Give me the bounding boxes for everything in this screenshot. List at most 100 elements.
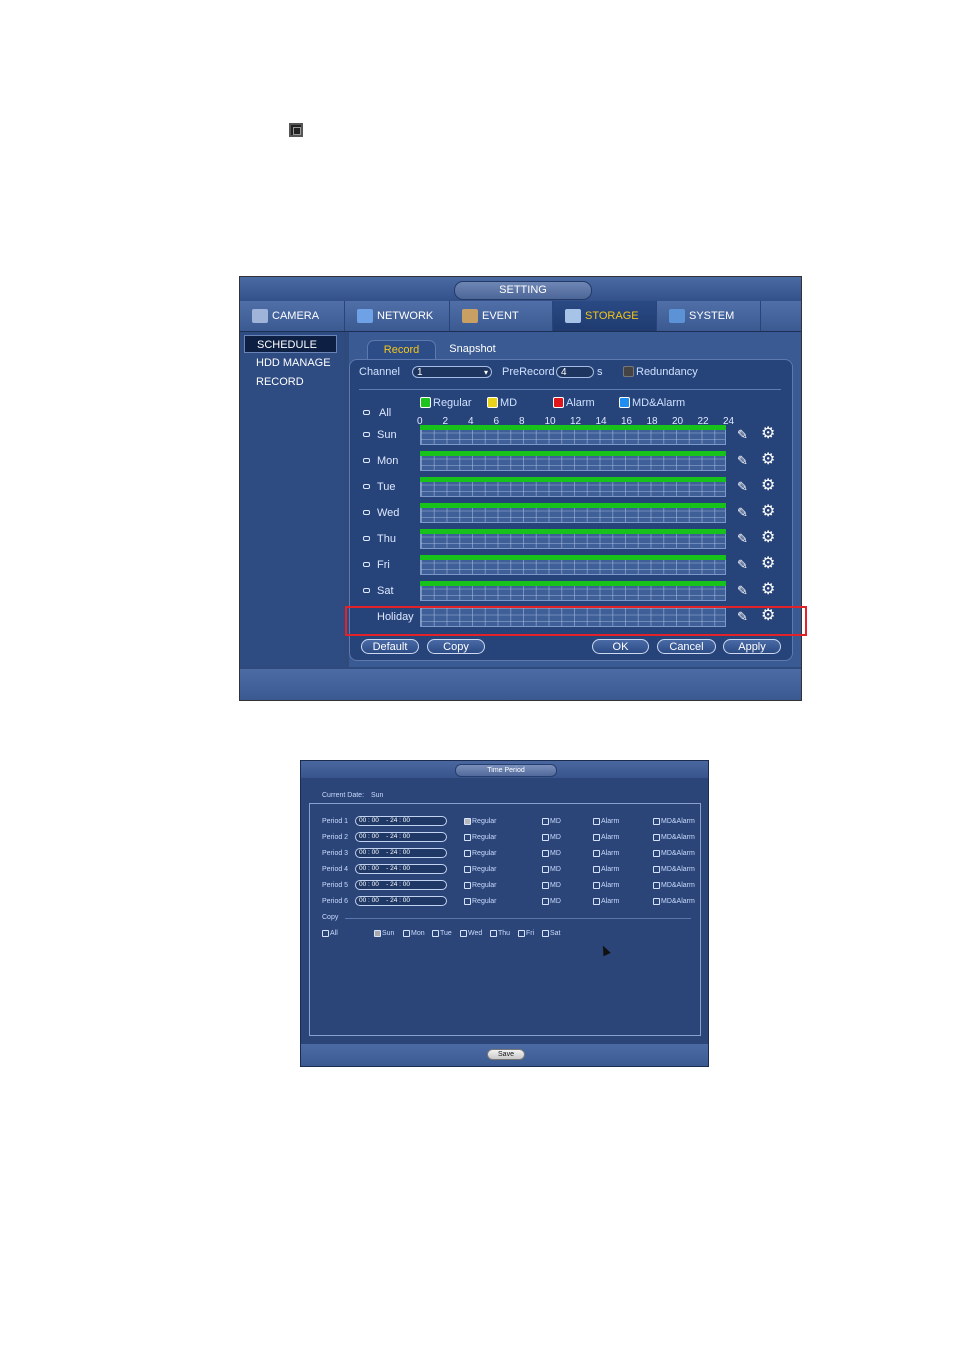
- ok-button[interactable]: OK: [592, 639, 649, 654]
- tab-camera[interactable]: CAMERA: [240, 301, 345, 331]
- tab-system[interactable]: SYSTEM: [657, 301, 761, 331]
- period-type-option[interactable]: MD&Alarm: [653, 817, 695, 826]
- copy-day-option[interactable]: Fri: [518, 929, 534, 938]
- period-type-checkbox[interactable]: [593, 897, 600, 905]
- copy-day-checkbox[interactable]: [490, 929, 497, 937]
- period-type-checkbox[interactable]: [542, 897, 549, 905]
- copy-day-checkbox[interactable]: [403, 929, 410, 937]
- gear-icon[interactable]: ⚙: [761, 478, 775, 494]
- period-type-checkbox[interactable]: [593, 849, 600, 857]
- period-time-input[interactable]: 00 : 00 - 24 : 00: [355, 896, 447, 906]
- copy-day-checkbox[interactable]: [432, 929, 439, 937]
- period-type-checkbox[interactable]: [653, 833, 660, 841]
- period-type-option[interactable]: Alarm: [593, 897, 619, 906]
- period-time-input[interactable]: 00 : 00 - 24 : 00: [355, 816, 447, 826]
- gear-icon[interactable]: ⚙: [761, 452, 775, 468]
- save-button[interactable]: Save: [487, 1049, 525, 1060]
- period-type-checkbox[interactable]: [653, 881, 660, 889]
- legend-md-alarm-checkbox[interactable]: [619, 397, 630, 408]
- copy-day-option[interactable]: Sat: [542, 929, 561, 938]
- period-type-checkbox[interactable]: [542, 817, 549, 825]
- gear-icon[interactable]: ⚙: [761, 426, 775, 442]
- all-toggle[interactable]: [363, 410, 370, 415]
- edit-pen-icon[interactable]: ✎: [737, 558, 748, 571]
- period-type-checkbox[interactable]: [464, 833, 471, 841]
- day-toggle[interactable]: [363, 510, 370, 515]
- period-type-option[interactable]: MD&Alarm: [653, 865, 695, 874]
- period-type-checkbox[interactable]: [464, 849, 471, 857]
- period-type-checkbox[interactable]: [542, 849, 549, 857]
- period-type-option[interactable]: Regular: [464, 817, 497, 826]
- gear-icon[interactable]: ⚙: [761, 556, 775, 572]
- edit-pen-icon[interactable]: ✎: [737, 506, 748, 519]
- copy-day-checkbox[interactable]: [374, 929, 381, 937]
- period-time-input[interactable]: 00 : 00 - 24 : 00: [355, 848, 447, 858]
- day-toggle[interactable]: [363, 458, 370, 463]
- period-type-checkbox[interactable]: [464, 817, 471, 825]
- period-type-option[interactable]: Regular: [464, 897, 497, 906]
- period-type-option[interactable]: Alarm: [593, 849, 619, 858]
- copy-day-option[interactable]: Thu: [490, 929, 510, 938]
- day-toggle[interactable]: [363, 484, 370, 489]
- period-type-checkbox[interactable]: [593, 865, 600, 873]
- copy-day-option[interactable]: Sun: [374, 929, 394, 938]
- edit-pen-icon[interactable]: ✎: [737, 532, 748, 545]
- period-time-input[interactable]: 00 : 00 - 24 : 00: [355, 864, 447, 874]
- period-time-input[interactable]: 00 : 00 - 24 : 00: [355, 832, 447, 842]
- period-type-checkbox[interactable]: [464, 881, 471, 889]
- period-type-checkbox[interactable]: [593, 817, 600, 825]
- edit-pen-icon[interactable]: ✎: [737, 428, 748, 441]
- tab-storage[interactable]: STORAGE: [553, 301, 657, 331]
- period-type-checkbox[interactable]: [464, 865, 471, 873]
- period-type-checkbox[interactable]: [593, 833, 600, 841]
- period-type-option[interactable]: MD: [542, 881, 561, 890]
- period-type-option[interactable]: MD&Alarm: [653, 881, 695, 890]
- legend-md-checkbox[interactable]: [487, 397, 498, 408]
- period-type-option[interactable]: MD: [542, 817, 561, 826]
- channel-select[interactable]: 1 ▾: [412, 366, 492, 378]
- sidebar-item-hdd-manage[interactable]: HDD MANAGE: [244, 354, 337, 372]
- subtab-record[interactable]: Record: [367, 340, 436, 359]
- period-type-option[interactable]: MD&Alarm: [653, 897, 695, 906]
- copy-day-checkbox[interactable]: [542, 929, 549, 937]
- period-type-checkbox[interactable]: [542, 881, 549, 889]
- legend-regular-checkbox[interactable]: [420, 397, 431, 408]
- copy-day-option[interactable]: All: [322, 929, 338, 938]
- copy-day-checkbox[interactable]: [322, 929, 329, 937]
- edit-pen-icon[interactable]: ✎: [737, 454, 748, 467]
- period-type-option[interactable]: MD&Alarm: [653, 833, 695, 842]
- period-type-checkbox[interactable]: [653, 849, 660, 857]
- period-type-option[interactable]: Regular: [464, 849, 497, 858]
- default-button[interactable]: Default: [361, 639, 419, 654]
- day-toggle[interactable]: [363, 432, 370, 437]
- period-type-checkbox[interactable]: [464, 897, 471, 905]
- period-type-option[interactable]: Alarm: [593, 865, 619, 874]
- period-type-checkbox[interactable]: [653, 817, 660, 825]
- gear-icon[interactable]: ⚙: [761, 504, 775, 520]
- period-type-option[interactable]: MD: [542, 865, 561, 874]
- copy-day-checkbox[interactable]: [518, 929, 525, 937]
- period-type-option[interactable]: Regular: [464, 833, 497, 842]
- period-time-input[interactable]: 00 : 00 - 24 : 00: [355, 880, 447, 890]
- period-type-option[interactable]: Regular: [464, 865, 497, 874]
- tab-network[interactable]: NETWORK: [345, 301, 450, 331]
- day-toggle[interactable]: [363, 536, 370, 541]
- gear-icon[interactable]: ⚙: [761, 530, 775, 546]
- prerecord-input[interactable]: 4: [556, 366, 594, 378]
- edit-pen-icon[interactable]: ✎: [737, 480, 748, 493]
- copy-day-option[interactable]: Tue: [432, 929, 452, 938]
- period-type-option[interactable]: MD: [542, 849, 561, 858]
- period-type-option[interactable]: MD: [542, 897, 561, 906]
- period-type-option[interactable]: MD: [542, 833, 561, 842]
- period-type-checkbox[interactable]: [653, 865, 660, 873]
- day-toggle[interactable]: [363, 562, 370, 567]
- copy-day-option[interactable]: Wed: [460, 929, 482, 938]
- sidebar-item-record[interactable]: RECORD: [244, 373, 337, 391]
- edit-pen-icon[interactable]: ✎: [737, 584, 748, 597]
- gear-icon[interactable]: ⚙: [761, 582, 775, 598]
- period-type-option[interactable]: MD&Alarm: [653, 849, 695, 858]
- tab-event[interactable]: EVENT: [450, 301, 553, 331]
- period-type-checkbox[interactable]: [542, 865, 549, 873]
- copy-day-checkbox[interactable]: [460, 929, 467, 937]
- sidebar-item-schedule[interactable]: SCHEDULE: [244, 335, 337, 353]
